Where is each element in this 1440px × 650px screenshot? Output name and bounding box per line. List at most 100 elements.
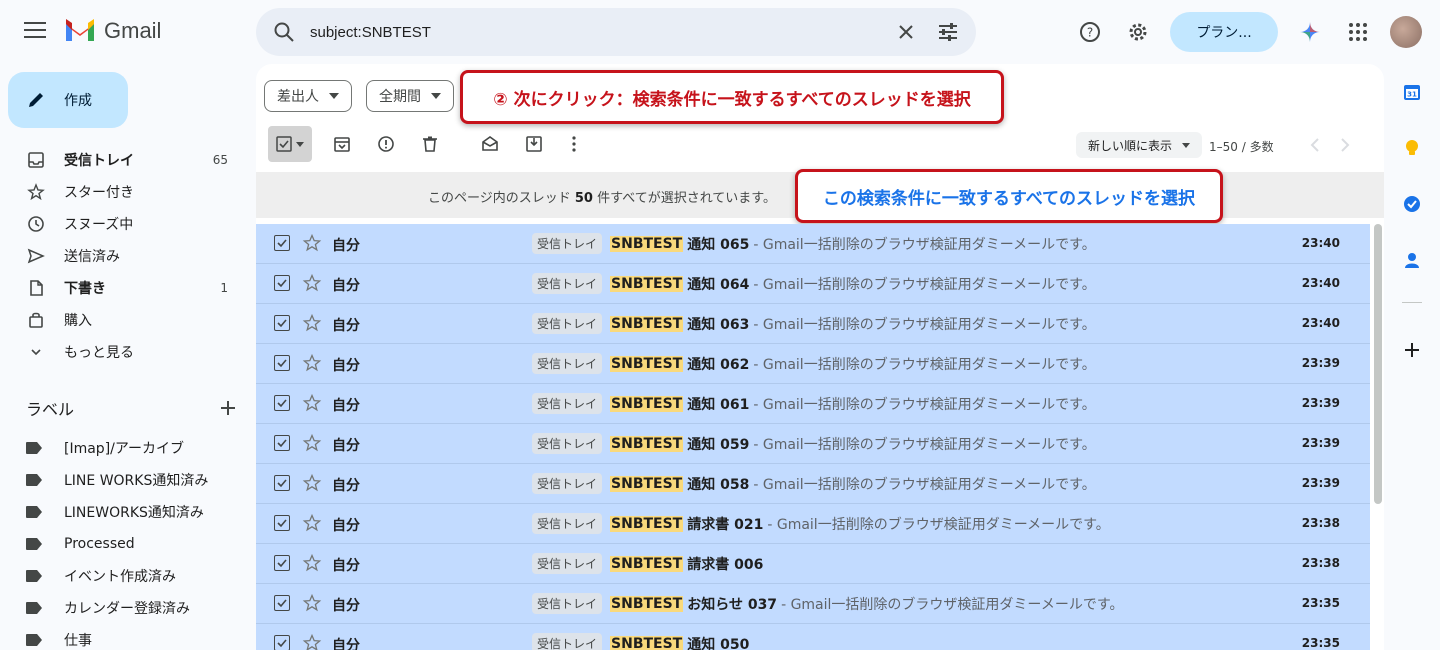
- email-row[interactable]: 自分 受信トレイ SNBTEST 通知 050 23:35: [256, 624, 1370, 650]
- email-time: 23:39: [1301, 396, 1340, 410]
- account-avatar[interactable]: [1390, 16, 1422, 48]
- sidebar-item-label: スター付き: [64, 185, 134, 201]
- scrollbar[interactable]: [1374, 224, 1382, 504]
- main-menu-icon[interactable]: [24, 22, 46, 42]
- sidebar-item[interactable]: もっと見る: [0, 336, 248, 368]
- sidebar-item[interactable]: 受信トレイ 65: [0, 144, 248, 176]
- apps-grid-icon[interactable]: [1346, 20, 1370, 44]
- row-checkbox[interactable]: [274, 275, 290, 291]
- search-highlight: SNBTEST: [610, 315, 684, 332]
- row-checkbox[interactable]: [274, 475, 290, 491]
- inbox-chip[interactable]: 受信トレイ: [532, 513, 603, 534]
- email-row[interactable]: 自分 受信トレイ SNBTEST お知らせ 037 - Gmail一括削除のブラ…: [256, 584, 1370, 624]
- star-icon[interactable]: [302, 593, 322, 613]
- inbox-chip[interactable]: 受信トレイ: [532, 393, 603, 414]
- archive-icon[interactable]: [332, 134, 352, 154]
- search-input[interactable]: [310, 20, 870, 44]
- compose-button[interactable]: 作成: [8, 72, 128, 128]
- email-row[interactable]: 自分 受信トレイ SNBTEST 通知 061 - Gmail一括削除のブラウザ…: [256, 384, 1370, 424]
- email-row[interactable]: 自分 受信トレイ SNBTEST 通知 059 - Gmail一括削除のブラウザ…: [256, 424, 1370, 464]
- report-spam-icon[interactable]: [376, 134, 396, 154]
- sidebar-item[interactable]: 送信済み: [0, 240, 248, 272]
- more-vert-icon[interactable]: [564, 134, 584, 154]
- email-sender: 自分: [332, 518, 360, 534]
- star-icon[interactable]: [302, 473, 322, 493]
- star-icon[interactable]: [302, 393, 322, 413]
- row-checkbox[interactable]: [274, 595, 290, 611]
- delete-icon[interactable]: [420, 134, 440, 154]
- row-checkbox[interactable]: [274, 315, 290, 331]
- star-icon[interactable]: [302, 233, 322, 253]
- inbox-icon: [26, 150, 46, 170]
- search-highlight: SNBTEST: [610, 475, 684, 492]
- star-icon[interactable]: [302, 513, 322, 533]
- inbox-chip[interactable]: 受信トレイ: [532, 473, 603, 494]
- inbox-chip[interactable]: 受信トレイ: [532, 633, 603, 650]
- gear-icon[interactable]: [1126, 20, 1150, 44]
- sort-order-button[interactable]: 新しい順に表示: [1076, 132, 1203, 158]
- email-row[interactable]: 自分 受信トレイ SNBTEST 通知 065 - Gmail一括削除のブラウザ…: [256, 224, 1370, 264]
- add-addon-icon[interactable]: [1402, 340, 1422, 360]
- sidebar-item[interactable]: スター付き: [0, 176, 248, 208]
- row-checkbox[interactable]: [274, 235, 290, 251]
- search-options-icon[interactable]: [936, 20, 960, 44]
- email-row[interactable]: 自分 受信トレイ SNBTEST 通知 064 - Gmail一括削除のブラウザ…: [256, 264, 1370, 304]
- label-item[interactable]: イベント作成済み: [0, 560, 248, 592]
- mark-as-read-icon[interactable]: [480, 134, 500, 154]
- star-icon[interactable]: [302, 433, 322, 453]
- inbox-chip[interactable]: 受信トレイ: [532, 233, 603, 254]
- inbox-chip[interactable]: 受信トレイ: [532, 313, 603, 334]
- move-to-icon[interactable]: [524, 134, 544, 154]
- gmail-logo[interactable]: Gmail: [64, 18, 161, 44]
- select-all-matching-link[interactable]: この検索条件に一致するすべてのスレッドを選択: [795, 169, 1223, 223]
- sidebar-item[interactable]: 下書き 1: [0, 272, 248, 304]
- row-checkbox[interactable]: [274, 635, 290, 650]
- label-item[interactable]: カレンダー登録済み: [0, 592, 248, 624]
- tasks-icon[interactable]: [1402, 194, 1422, 214]
- sidebar-item-label: 受信トレイ: [64, 153, 134, 169]
- row-checkbox[interactable]: [274, 355, 290, 371]
- email-row[interactable]: 自分 受信トレイ SNBTEST 通知 062 - Gmail一括削除のブラウザ…: [256, 344, 1370, 384]
- label-item[interactable]: [Imap]/アーカイブ: [0, 432, 248, 464]
- email-row[interactable]: 自分 受信トレイ SNBTEST 通知 058 - Gmail一括削除のブラウザ…: [256, 464, 1370, 504]
- keep-icon[interactable]: [1402, 138, 1422, 158]
- inbox-chip[interactable]: 受信トレイ: [532, 273, 603, 294]
- calendar-icon[interactable]: 31: [1402, 82, 1422, 102]
- sidebar-item[interactable]: スヌーズ中: [0, 208, 248, 240]
- email-row[interactable]: 自分 受信トレイ SNBTEST 請求書 006 23:38: [256, 544, 1370, 584]
- select-all-checkbox[interactable]: [268, 126, 312, 162]
- inbox-chip[interactable]: 受信トレイ: [532, 593, 603, 614]
- label-item[interactable]: LINEWORKS通知済み: [0, 496, 248, 528]
- label-item[interactable]: LINE WORKS通知済み: [0, 464, 248, 496]
- star-icon[interactable]: [302, 553, 322, 573]
- period-filter-chip[interactable]: 全期間: [366, 80, 454, 112]
- email-row[interactable]: 自分 受信トレイ SNBTEST 通知 063 - Gmail一括削除のブラウザ…: [256, 304, 1370, 344]
- inbox-chip[interactable]: 受信トレイ: [532, 553, 603, 574]
- label-item[interactable]: 仕事: [0, 624, 248, 650]
- star-icon[interactable]: [302, 633, 322, 650]
- label-item[interactable]: Processed: [0, 528, 248, 560]
- page-nav-arrows[interactable]: [1286, 132, 1366, 158]
- gemini-icon[interactable]: [1298, 20, 1322, 44]
- row-checkbox[interactable]: [274, 515, 290, 531]
- sidebar-item-label: もっと見る: [64, 345, 134, 361]
- star-icon[interactable]: [302, 313, 322, 333]
- sidebar-item[interactable]: 購入: [0, 304, 248, 336]
- clear-search-icon[interactable]: [894, 20, 918, 44]
- sender-filter-chip[interactable]: 差出人: [264, 80, 352, 112]
- row-checkbox[interactable]: [274, 555, 290, 571]
- contacts-icon[interactable]: [1402, 250, 1422, 270]
- inbox-chip[interactable]: 受信トレイ: [532, 433, 603, 454]
- email-row[interactable]: 自分 受信トレイ SNBTEST 請求書 021 - Gmail一括削除のブラウ…: [256, 504, 1370, 544]
- star-icon[interactable]: [302, 353, 322, 373]
- plan-button[interactable]: プラン...: [1170, 12, 1278, 52]
- search-icon[interactable]: [272, 20, 296, 44]
- help-icon[interactable]: ?: [1078, 20, 1102, 44]
- row-checkbox[interactable]: [274, 395, 290, 411]
- email-content: 受信トレイ SNBTEST 通知 050: [532, 633, 753, 650]
- star-icon[interactable]: [302, 273, 322, 293]
- inbox-chip[interactable]: 受信トレイ: [532, 353, 603, 374]
- add-label-icon[interactable]: [220, 400, 236, 416]
- row-checkbox[interactable]: [274, 435, 290, 451]
- banner-prefix: このページ内のスレッド: [428, 191, 571, 206]
